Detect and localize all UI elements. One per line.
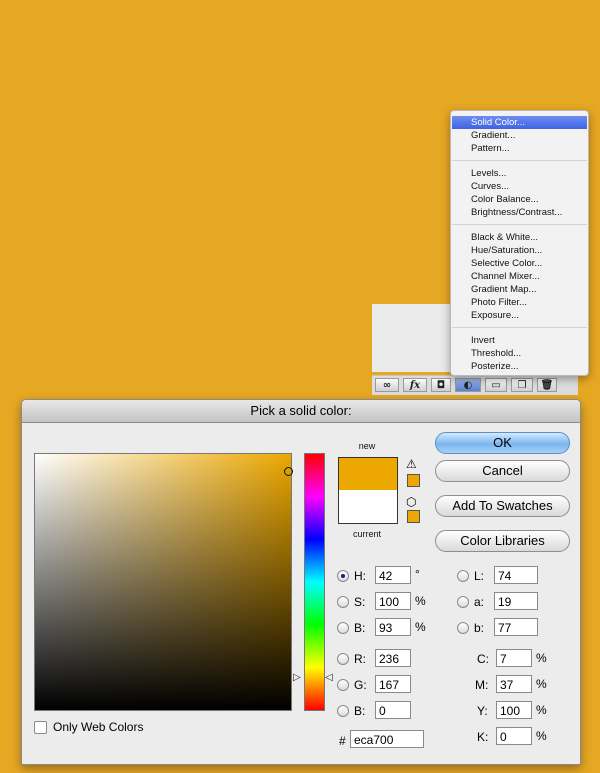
new-color-swatch <box>338 457 398 491</box>
brightness-unit: % <box>415 620 426 634</box>
adjustment-layer-icon[interactable]: ◐ <box>455 378 481 392</box>
menu-item-pattern[interactable]: Pattern... <box>452 142 587 155</box>
hue-unit: ° <box>415 567 420 581</box>
black-input[interactable]: 0 <box>496 727 532 745</box>
current-color-swatch[interactable] <box>338 490 398 524</box>
mask-icon[interactable]: ◘ <box>431 378 451 392</box>
magenta-label: M: <box>475 678 489 692</box>
black-label: K: <box>477 730 489 744</box>
cyan-input[interactable]: 7 <box>496 649 532 667</box>
cancel-button[interactable]: Cancel <box>435 460 570 482</box>
hex-input[interactable]: eca700 <box>350 730 424 748</box>
hue-radio[interactable] <box>337 570 349 582</box>
menu-item-photo-filter[interactable]: Photo Filter... <box>452 296 587 309</box>
saturation-input[interactable]: 100 <box>375 592 411 610</box>
trash-icon[interactable]: 🗑 <box>537 378 557 392</box>
only-web-colors-checkbox[interactable] <box>34 721 47 734</box>
green-input[interactable]: 167 <box>375 675 411 693</box>
a-channel-input[interactable]: 19 <box>494 592 538 610</box>
current-color-label: current <box>352 529 381 539</box>
menu-item-posterize[interactable]: Posterize... <box>452 360 587 373</box>
blue-label: B: <box>354 704 366 718</box>
menu-item-channel-mixer[interactable]: Channel Mixer... <box>452 270 587 283</box>
magenta-unit: % <box>536 677 547 691</box>
menu-separator <box>452 327 587 328</box>
menu-item-selective-color[interactable]: Selective Color... <box>452 257 587 270</box>
only-web-colors-label: Only Web Colors <box>53 720 144 734</box>
menu-separator <box>452 224 587 225</box>
menu-item-gradient-map[interactable]: Gradient Map... <box>452 283 587 296</box>
menu-item-gradient[interactable]: Gradient... <box>452 129 587 142</box>
lightness-radio[interactable] <box>457 570 469 582</box>
saturation-unit: % <box>415 594 426 608</box>
b-channel-input[interactable]: 77 <box>494 618 538 636</box>
yellow-unit: % <box>536 703 547 717</box>
b-channel-label: b: <box>474 621 485 635</box>
green-label: G: <box>354 678 367 692</box>
gamut-color-swatch[interactable] <box>407 474 420 487</box>
red-label: R: <box>354 652 366 666</box>
red-input[interactable]: 236 <box>375 649 411 667</box>
color-field-marker[interactable] <box>284 467 293 476</box>
web-safe-color-swatch[interactable] <box>407 510 420 523</box>
out-of-gamut-warning-icon[interactable]: ⚠ <box>406 458 417 470</box>
blue-radio[interactable] <box>337 705 349 717</box>
hue-input[interactable]: 42 <box>375 566 411 584</box>
menu-separator <box>452 160 587 161</box>
menu-item-color-balance[interactable]: Color Balance... <box>452 193 587 206</box>
adjustment-layer-menu: Solid Color... Gradient... Pattern... Le… <box>450 110 589 376</box>
hue-label: H: <box>354 569 366 583</box>
hex-label: # <box>339 734 346 748</box>
hue-slider[interactable] <box>304 453 325 711</box>
black-unit: % <box>536 729 547 743</box>
menu-item-threshold[interactable]: Threshold... <box>452 347 587 360</box>
lightness-label: L: <box>474 569 485 583</box>
blue-input[interactable]: 0 <box>375 701 411 719</box>
menu-item-solid-color[interactable]: Solid Color... <box>452 116 587 129</box>
menu-item-curves[interactable]: Curves... <box>452 180 587 193</box>
hue-slider-right-handle[interactable]: ◁ <box>325 673 333 683</box>
saturation-radio[interactable] <box>337 596 349 608</box>
menu-item-brightness-contrast[interactable]: Brightness/Contrast... <box>452 206 587 219</box>
link-icon[interactable]: ∞ <box>375 378 399 392</box>
dialog-title: Pick a solid color: <box>22 400 580 423</box>
magenta-input[interactable]: 37 <box>496 675 532 693</box>
layers-toolbar: ∞ fx ◘ ◐ ▭ ❐ 🗑 <box>372 375 578 395</box>
fx-icon[interactable]: fx <box>403 378 427 392</box>
ok-button[interactable]: OK <box>435 432 570 454</box>
menu-item-levels[interactable]: Levels... <box>452 167 587 180</box>
menu-item-black-white[interactable]: Black & White... <box>452 231 587 244</box>
yellow-input[interactable]: 100 <box>496 701 532 719</box>
b-channel-radio[interactable] <box>457 622 469 634</box>
folder-icon[interactable]: ▭ <box>485 378 507 392</box>
color-field[interactable] <box>34 453 292 711</box>
saturation-label: S: <box>354 595 366 609</box>
brightness-radio[interactable] <box>337 622 349 634</box>
green-radio[interactable] <box>337 679 349 691</box>
color-picker-dialog: Pick a solid color: ▷ ◁ new current ⚠ ⬡ … <box>21 399 581 765</box>
new-color-label: new <box>358 441 376 451</box>
brightness-input[interactable]: 93 <box>375 618 411 636</box>
web-safe-cube-icon[interactable]: ⬡ <box>406 496 416 508</box>
a-channel-label: a: <box>474 595 485 609</box>
menu-item-hue-saturation[interactable]: Hue/Saturation... <box>452 244 587 257</box>
add-to-swatches-button[interactable]: Add To Swatches <box>435 495 570 517</box>
brightness-label: B: <box>354 621 366 635</box>
a-channel-radio[interactable] <box>457 596 469 608</box>
cyan-label: C: <box>477 652 489 666</box>
lightness-input[interactable]: 74 <box>494 566 538 584</box>
hue-slider-left-handle[interactable]: ▷ <box>293 673 301 683</box>
red-radio[interactable] <box>337 653 349 665</box>
color-libraries-button[interactable]: Color Libraries <box>435 530 570 552</box>
cyan-unit: % <box>536 651 547 665</box>
menu-item-invert[interactable]: Invert <box>452 334 587 347</box>
menu-item-exposure[interactable]: Exposure... <box>452 309 587 322</box>
yellow-label: Y: <box>477 704 488 718</box>
new-layer-icon[interactable]: ❐ <box>511 378 533 392</box>
